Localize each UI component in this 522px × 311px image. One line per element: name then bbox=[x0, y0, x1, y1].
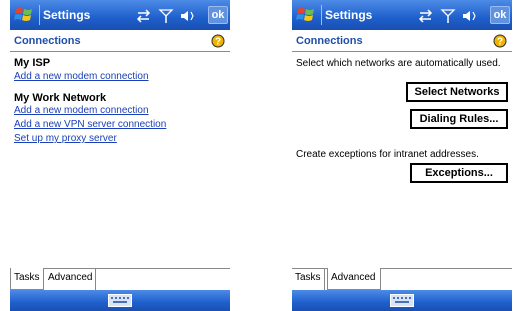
ok-button[interactable]: ok bbox=[208, 6, 228, 24]
group-title-my-work-network: My Work Network bbox=[14, 92, 107, 104]
tab-tasks[interactable]: Tasks bbox=[292, 268, 325, 290]
tab-advanced[interactable]: Advanced bbox=[45, 268, 97, 290]
menu-bar bbox=[292, 290, 512, 311]
volume-icon bbox=[463, 11, 476, 21]
ok-button[interactable]: ok bbox=[490, 6, 510, 24]
status-icons[interactable] bbox=[416, 8, 486, 24]
menu-bar bbox=[10, 290, 230, 311]
volume-icon bbox=[181, 11, 194, 21]
exceptions-button[interactable]: Exceptions... bbox=[410, 163, 508, 183]
dialing-rules-button[interactable]: Dialing Rules... bbox=[410, 109, 508, 129]
help-icon[interactable]: ? bbox=[211, 34, 225, 48]
advanced-content: Select which networks are automatically … bbox=[292, 53, 512, 268]
device-screen-advanced: Settings ok Connections ? Select which n… bbox=[292, 0, 512, 311]
svg-text:?: ? bbox=[497, 37, 503, 48]
title-bar: Settings ok bbox=[292, 0, 512, 30]
select-networks-button[interactable]: Select Networks bbox=[406, 82, 508, 102]
page-title: Connections bbox=[296, 35, 363, 47]
windows-flag-icon[interactable] bbox=[14, 5, 34, 25]
windows-flag-icon[interactable] bbox=[296, 5, 316, 25]
connectivity-icon bbox=[418, 9, 433, 23]
link-isp-add-modem[interactable]: Add a new modem connection bbox=[14, 71, 149, 82]
page-header: Connections ? bbox=[10, 30, 230, 52]
link-work-add-vpn[interactable]: Add a new VPN server connection bbox=[14, 119, 166, 130]
group-title-my-isp: My ISP bbox=[14, 57, 51, 69]
link-work-proxy[interactable]: Set up my proxy server bbox=[14, 133, 117, 144]
signal-icon bbox=[440, 9, 456, 23]
keyboard-icon[interactable] bbox=[390, 294, 414, 307]
tab-tasks[interactable]: Tasks bbox=[10, 268, 44, 290]
tab-strip: Tasks Advanced bbox=[10, 268, 230, 290]
keyboard-icon[interactable] bbox=[108, 294, 132, 307]
page-title: Connections bbox=[14, 35, 81, 47]
connectivity-icon bbox=[136, 9, 151, 23]
app-title[interactable]: Settings bbox=[43, 8, 90, 22]
title-separator bbox=[39, 5, 40, 25]
tasks-content: My ISP Add a new modem connection My Wor… bbox=[10, 53, 230, 268]
title-bar: Settings ok bbox=[10, 0, 230, 30]
app-title[interactable]: Settings bbox=[325, 8, 372, 22]
signal-icon bbox=[158, 9, 174, 23]
exceptions-description: Create exceptions for intranet addresses… bbox=[296, 149, 479, 160]
tab-strip: Tasks Advanced bbox=[292, 268, 512, 290]
title-separator bbox=[321, 5, 322, 25]
status-icons[interactable] bbox=[134, 8, 204, 24]
link-work-add-modem[interactable]: Add a new modem connection bbox=[14, 105, 149, 116]
page-header: Connections ? bbox=[292, 30, 512, 52]
svg-text:?: ? bbox=[215, 37, 221, 48]
device-screen-tasks: Settings ok Connections ? My ISP Add a n… bbox=[10, 0, 230, 311]
tab-advanced[interactable]: Advanced bbox=[327, 268, 381, 290]
networks-description: Select which networks are automatically … bbox=[296, 58, 501, 69]
help-icon[interactable]: ? bbox=[493, 34, 507, 48]
